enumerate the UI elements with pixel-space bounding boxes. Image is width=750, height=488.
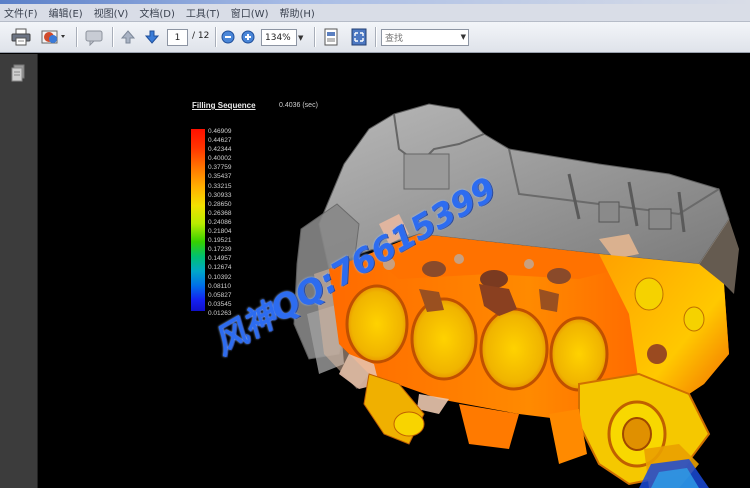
printer-icon <box>11 28 31 46</box>
filling-sequence-title: Filling Sequence <box>192 101 256 110</box>
menu-bar: 文件(F) 编辑(E) 视图(V) 文档(D) 工具(T) 窗口(W) 帮助(H… <box>0 0 750 22</box>
legend-label: 0.33215 <box>208 182 232 190</box>
zoom-dropdown-arrow[interactable]: ▼ <box>298 29 308 46</box>
legend-label: 0.10392 <box>208 273 232 281</box>
menu-window[interactable]: 窗口(W) <box>231 5 269 20</box>
pages-panel-button[interactable] <box>10 64 26 82</box>
previous-page-button[interactable] <box>119 26 137 48</box>
zoom-out-icon <box>221 30 235 44</box>
full-screen-button[interactable] <box>348 26 370 48</box>
legend-label: 0.14957 <box>208 255 232 263</box>
legend-label: 0.37759 <box>208 164 232 172</box>
legend-label: 0.08110 <box>208 282 232 290</box>
page-number-input[interactable]: 1 <box>167 29 188 46</box>
document-view[interactable]: Filling Sequence 0.4036 (sec) 0.46909 0.… <box>39 54 750 488</box>
fit-page-icon <box>324 28 338 46</box>
next-page-button[interactable] <box>143 26 161 48</box>
legend-label: 0.44627 <box>208 137 232 145</box>
print-button[interactable] <box>8 26 34 48</box>
arrow-down-icon <box>144 30 160 44</box>
title-bar-strip <box>0 0 750 4</box>
menu-file[interactable]: 文件(F) <box>4 5 38 20</box>
navigation-panel <box>0 54 38 488</box>
color-legend-labels: 0.46909 0.44627 0.42344 0.40002 0.37759 … <box>208 127 248 318</box>
legend-label: 0.24086 <box>208 218 232 226</box>
menu-view[interactable]: 视图(V) <box>94 5 129 20</box>
color-legend-bar <box>191 129 205 311</box>
engine-block-render <box>293 103 739 488</box>
legend-label: 0.28650 <box>208 200 232 208</box>
find-input[interactable]: 查找 ▼ <box>381 29 469 46</box>
fit-page-button[interactable] <box>320 26 342 48</box>
legend-label: 0.42344 <box>208 146 232 154</box>
legend-label: 0.21804 <box>208 228 232 236</box>
legend-label: 0.30933 <box>208 191 232 199</box>
legend-label: 0.26368 <box>208 209 232 217</box>
legend-label: 0.46909 <box>208 128 232 135</box>
pages-icon <box>11 64 25 82</box>
find-placeholder: 查找 <box>385 34 404 44</box>
zoom-in-button[interactable] <box>240 26 256 48</box>
legend-label: 0.19521 <box>208 237 232 245</box>
email-icon <box>41 30 65 44</box>
menu-tools[interactable]: 工具(T) <box>186 5 220 20</box>
zoom-out-button[interactable] <box>220 26 236 48</box>
legend-label: 0.12674 <box>208 264 232 272</box>
legend-label: 0.17239 <box>208 246 232 254</box>
zoom-in-icon <box>241 30 255 44</box>
full-screen-icon <box>351 28 367 46</box>
menu-help[interactable]: 帮助(H) <box>279 5 314 20</box>
comment-button[interactable] <box>82 26 106 48</box>
legend-label: 0.40002 <box>208 155 232 163</box>
page-total: / 12 <box>192 31 210 41</box>
menu-edit[interactable]: 编辑(E) <box>49 5 83 20</box>
comment-icon <box>85 30 103 46</box>
arrow-up-icon <box>120 30 136 44</box>
toolbar: 1 / 12 134% ▼ 查找 ▼ <box>0 22 750 53</box>
find-dropdown-arrow[interactable]: ▼ <box>461 33 466 41</box>
legend-label: 0.35437 <box>208 173 232 181</box>
zoom-level-input[interactable]: 134% <box>261 29 297 46</box>
menu-document[interactable]: 文档(D) <box>139 5 175 20</box>
filling-sequence-time: 0.4036 (sec) <box>279 102 318 109</box>
email-button[interactable] <box>39 26 69 48</box>
